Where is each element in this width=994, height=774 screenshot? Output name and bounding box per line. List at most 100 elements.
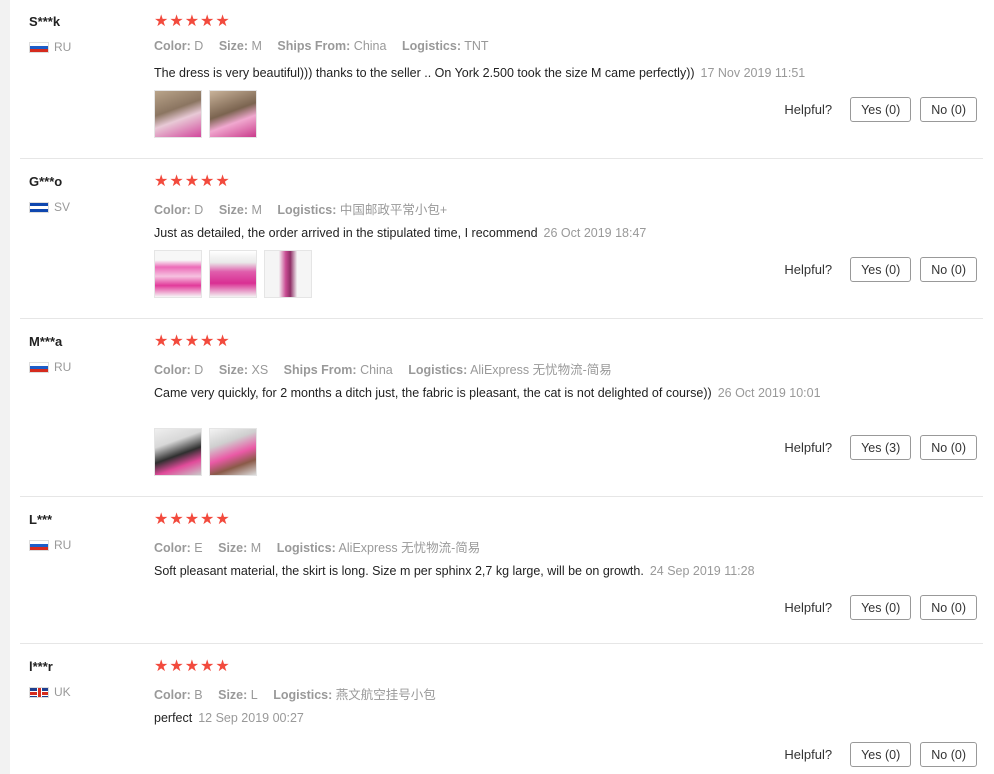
color-label: Color:	[154, 541, 191, 555]
review-date: 26 Oct 2019 18:47	[543, 226, 647, 240]
review-photo-thumbnail[interactable]	[209, 250, 257, 298]
order-attributes: Color: D Size: M Ships From: China Logis…	[154, 39, 501, 53]
review-item: G***o SV ★★★★★ Color: D Size: M Logistic…	[10, 160, 994, 319]
size-label: Size:	[218, 203, 248, 217]
reviewer-name: l***r	[29, 659, 53, 674]
review-date: 24 Sep 2019 11:28	[649, 564, 755, 578]
size-value: XS	[251, 363, 269, 377]
helpful-controls: Helpful? Yes (0) No (0)	[784, 742, 977, 767]
review-photo-thumbnail[interactable]	[154, 250, 202, 298]
order-attributes: Color: B Size: L Logistics: 燕文航空挂号小包	[154, 684, 448, 703]
review-divider	[20, 158, 983, 159]
logistics-value: TNT	[464, 39, 489, 53]
review-item: M***a RU ★★★★★ Color: D Size: XS Ships F…	[10, 320, 994, 497]
color-value: D	[194, 39, 204, 53]
size-value: M	[251, 39, 262, 53]
reviews-panel: S***k RU ★★★★★ Color: D Size: M Ships Fr…	[10, 0, 994, 774]
review-date: 17 Nov 2019 11:51	[700, 66, 806, 80]
helpful-label: Helpful?	[784, 747, 833, 762]
review-text: perfect 12 Sep 2019 00:27	[154, 709, 874, 727]
el-salvador-flag-icon	[29, 201, 49, 213]
logistics-label: Logistics:	[401, 39, 461, 53]
color-value: D	[194, 363, 204, 377]
review-item: S***k RU ★★★★★ Color: D Size: M Ships Fr…	[10, 0, 994, 159]
size-label: Size:	[218, 363, 248, 377]
helpful-no-button[interactable]: No (0)	[920, 257, 977, 282]
review-divider	[20, 643, 983, 644]
ships-from-value: China	[353, 39, 387, 53]
reviewer-country: UK	[29, 685, 71, 699]
helpful-yes-button[interactable]: Yes (0)	[850, 97, 912, 122]
country-code: UK	[54, 685, 71, 699]
review-item: L*** RU ★★★★★ Color: E Size: M Logistics…	[10, 498, 994, 644]
helpful-yes-button[interactable]: Yes (0)	[850, 742, 912, 767]
helpful-yes-button[interactable]: Yes (0)	[850, 257, 912, 282]
review-divider	[20, 318, 983, 319]
star-rating: ★★★★★	[154, 511, 231, 528]
review-body: perfect	[154, 711, 193, 725]
helpful-no-button[interactable]: No (0)	[920, 97, 977, 122]
review-photo-thumbnail[interactable]	[154, 428, 202, 476]
review-photo-thumbnail[interactable]	[209, 428, 257, 476]
reviewer-name: L***	[29, 512, 53, 527]
logistics-label: Logistics:	[277, 203, 337, 217]
helpful-label: Helpful?	[784, 102, 833, 117]
russia-flag-icon	[29, 539, 49, 551]
review-item: l***r UK ★★★★★ Color: B Size: L Logistic…	[10, 645, 994, 774]
size-value: M	[250, 541, 262, 555]
review-text: The dress is very beautiful))) thanks to…	[154, 64, 874, 82]
helpful-controls: Helpful? Yes (0) No (0)	[784, 257, 977, 282]
logistics-value: 中国邮政平常小包+	[339, 203, 448, 217]
color-label: Color:	[154, 688, 191, 702]
review-text: Came very quickly, for 2 months a ditch …	[154, 384, 854, 402]
logistics-value: 燕文航空挂号小包	[335, 688, 436, 702]
color-label: Color:	[154, 363, 191, 377]
size-label: Size:	[218, 39, 248, 53]
review-photos	[154, 250, 319, 298]
order-attributes: Color: E Size: M Logistics: AliExpress 无…	[154, 537, 492, 556]
review-photos	[154, 90, 264, 138]
color-label: Color:	[154, 203, 191, 217]
helpful-no-button[interactable]: No (0)	[920, 742, 977, 767]
helpful-no-button[interactable]: No (0)	[920, 595, 977, 620]
logistics-label: Logistics:	[276, 541, 336, 555]
helpful-controls: Helpful? Yes (0) No (0)	[784, 97, 977, 122]
color-value: B	[194, 688, 203, 702]
logistics-value: AliExpress 无忧物流-简易	[338, 541, 481, 555]
reviewer-name: M***a	[29, 334, 63, 349]
logistics-value: AliExpress 无忧物流-简易	[470, 363, 612, 377]
helpful-yes-button[interactable]: Yes (0)	[850, 595, 912, 620]
review-photo-thumbnail[interactable]	[264, 250, 312, 298]
color-value: E	[194, 541, 203, 555]
review-body: Came very quickly, for 2 months a ditch …	[154, 386, 712, 400]
review-body: The dress is very beautiful))) thanks to…	[154, 66, 695, 80]
reviewer-name: S***k	[29, 14, 61, 29]
helpful-yes-button[interactable]: Yes (3)	[850, 435, 912, 460]
size-value: L	[250, 688, 258, 702]
size-label: Size:	[218, 541, 248, 555]
helpful-label: Helpful?	[784, 262, 833, 277]
helpful-controls: Helpful? Yes (0) No (0)	[784, 595, 977, 620]
review-body: Just as detailed, the order arrived in t…	[154, 226, 538, 240]
color-label: Color:	[154, 39, 191, 53]
star-rating: ★★★★★	[154, 173, 231, 190]
reviewer-name: G***o	[29, 174, 63, 189]
country-code: RU	[54, 360, 72, 374]
logistics-label: Logistics:	[273, 688, 333, 702]
star-rating: ★★★★★	[154, 13, 231, 30]
review-date: 12 Sep 2019 00:27	[198, 711, 304, 725]
country-code: RU	[54, 40, 72, 54]
review-divider	[20, 496, 983, 497]
color-value: D	[194, 203, 204, 217]
russia-flag-icon	[29, 361, 49, 373]
review-text: Just as detailed, the order arrived in t…	[154, 224, 874, 242]
logistics-label: Logistics:	[408, 363, 468, 377]
reviewer-country: RU	[29, 360, 71, 374]
ships-from-value: China	[360, 363, 393, 377]
uk-flag-icon	[29, 686, 49, 698]
review-photo-thumbnail[interactable]	[154, 90, 202, 138]
helpful-no-button[interactable]: No (0)	[920, 435, 977, 460]
review-photo-thumbnail[interactable]	[209, 90, 257, 138]
helpful-label: Helpful?	[784, 440, 833, 455]
star-rating: ★★★★★	[154, 333, 231, 350]
